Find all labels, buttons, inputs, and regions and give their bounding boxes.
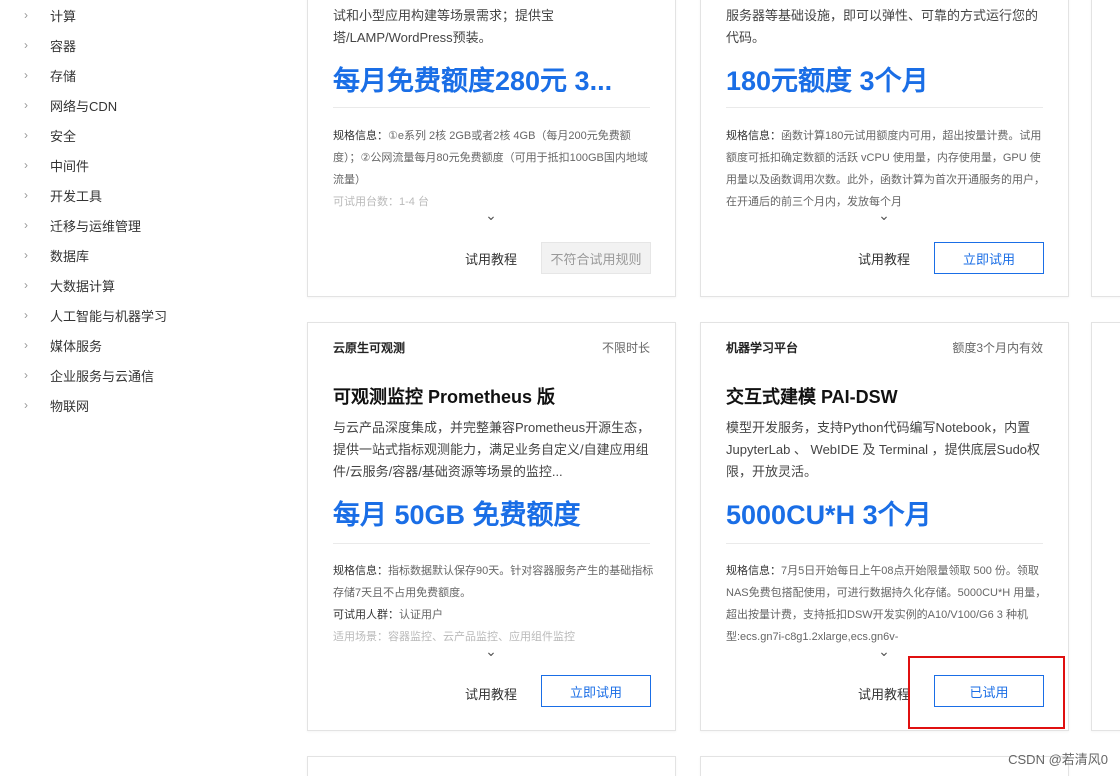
- chevron-right-icon: ›: [24, 38, 28, 52]
- trial-card-ecs: 试和小型应用构建等场景需求；提供宝塔/LAMP/WordPress预装。 每月免…: [307, 0, 676, 297]
- sidebar-item-compute[interactable]: › 计算: [24, 0, 76, 30]
- chevron-right-icon: ›: [24, 218, 28, 232]
- chevron-right-icon: ›: [24, 368, 28, 382]
- chevron-right-icon: ›: [24, 338, 28, 352]
- card-description: 服务器等基础设施，即可以弹性、可靠的方式运行您的代码。: [726, 8, 1039, 45]
- card-category: 云原生可观测: [333, 341, 406, 355]
- try-now-button[interactable]: 立即试用: [934, 242, 1044, 274]
- sidebar-item-label: 数据库: [50, 248, 90, 264]
- card-price: 180元额度 3个月: [726, 66, 929, 96]
- sidebar-item-label: 中间件: [50, 158, 90, 174]
- specs-label: 规格信息：: [726, 565, 781, 577]
- trial-card-prometheus: 云原生可观测 不限时长 可观测监控 Prometheus 版 与云产品深度集成，…: [307, 322, 676, 731]
- sidebar-item-label: 物联网: [50, 398, 90, 414]
- sidebar-item-network[interactable]: › 网络与CDN: [24, 90, 117, 120]
- sidebar-item-container[interactable]: › 容器: [24, 30, 76, 60]
- card-divider: [333, 107, 650, 108]
- chevron-right-icon: ›: [24, 68, 28, 82]
- category-sidebar: › 计算 › 容器 › 存储 › 网络与CDN › 安全 › 中间件 › 开发工具 › 迁移与运…: [0, 0, 260, 776]
- expand-chevron-down-icon[interactable]: ⌄: [874, 643, 894, 659]
- card-divider: [726, 107, 1043, 108]
- users-text: 认证用户: [399, 609, 443, 621]
- chevron-right-icon: ›: [24, 308, 28, 322]
- card-price: 每月免费额度280元 3...: [333, 66, 613, 96]
- sidebar-item-bigdata[interactable]: › 大数据计算: [24, 270, 115, 300]
- chevron-right-icon: ›: [24, 248, 28, 262]
- sidebar-item-label: 存储: [50, 68, 77, 84]
- tutorial-link[interactable]: 试用教程: [858, 684, 910, 703]
- sidebar-item-label: 人工智能与机器学习: [50, 308, 168, 324]
- scene-text: 容器监控、云产品监控、应用组件监控: [388, 631, 575, 643]
- sidebar-item-label: 大数据计算: [50, 278, 116, 294]
- annotation-highlight-box: [908, 656, 1065, 729]
- sidebar-item-middleware[interactable]: › 中间件: [24, 150, 89, 180]
- sidebar-item-label: 媒体服务: [50, 338, 103, 354]
- sidebar-item-devtools[interactable]: › 开发工具: [24, 180, 102, 210]
- trial-card-next-left: [307, 756, 676, 776]
- extra-text: 1-4 台: [399, 196, 429, 208]
- sidebar-item-label: 开发工具: [50, 188, 103, 204]
- sidebar-item-database[interactable]: › 数据库: [24, 240, 89, 270]
- sidebar-item-label: 企业服务与云通信: [50, 368, 155, 384]
- expand-chevron-down-icon[interactable]: ⌄: [481, 643, 501, 659]
- chevron-right-icon: ›: [24, 398, 28, 412]
- sidebar-item-iot[interactable]: › 物联网: [24, 390, 89, 420]
- specs-label: 规格信息：: [333, 565, 388, 577]
- card-specs: 规格信息：①e系列 2核 2GB或者2核 4GB（每月200元免费额度）；②公网…: [333, 125, 655, 213]
- card-price: 5000CU*H 3个月: [726, 500, 932, 530]
- card-divider: [726, 543, 1043, 544]
- csdn-watermark: CSDN @若清风0: [1008, 752, 1108, 767]
- sidebar-item-label: 安全: [50, 128, 77, 144]
- sidebar-item-security[interactable]: › 安全: [24, 120, 76, 150]
- chevron-right-icon: ›: [24, 158, 28, 172]
- sidebar-item-ai-ml[interactable]: › 人工智能与机器学习: [24, 300, 167, 330]
- card-header: 云原生可观测 不限时长: [333, 339, 650, 357]
- chevron-right-icon: ›: [24, 8, 28, 22]
- chevron-right-icon: ›: [24, 128, 28, 142]
- sidebar-item-storage[interactable]: › 存储: [24, 60, 76, 90]
- chevron-right-icon: ›: [24, 278, 28, 292]
- sidebar-item-enterprise[interactable]: › 企业服务与云通信: [24, 360, 154, 390]
- tutorial-link[interactable]: 试用教程: [858, 249, 910, 268]
- card-duration: 额度3个月内有效: [952, 341, 1043, 355]
- trial-card-function-compute: 服务器等基础设施，即可以弹性、可靠的方式运行您的代码。 180元额度 3个月 规…: [700, 0, 1069, 297]
- tutorial-link[interactable]: 试用教程: [465, 249, 517, 268]
- chevron-right-icon: ›: [24, 98, 28, 112]
- sidebar-item-migration-ops[interactable]: › 迁移与运维管理: [24, 210, 141, 240]
- card-specs: 规格信息：指标数据默认保存90天。针对容器服务产生的基础指标存储7天且不占用免费…: [333, 560, 655, 648]
- specs-label: 规格信息：: [333, 130, 388, 142]
- card-specs: 规格信息：7月5日开始每日上午08点开始限量领取 500 份。领取NAS免费包搭…: [726, 560, 1048, 648]
- expand-chevron-down-icon[interactable]: ⌄: [874, 207, 894, 223]
- sidebar-item-media[interactable]: › 媒体服务: [24, 330, 102, 360]
- card-title: 可观测监控 Prometheus 版: [333, 387, 556, 407]
- sidebar-item-label: 容器: [50, 38, 77, 54]
- specs-label: 规格信息：: [726, 130, 781, 142]
- try-now-button[interactable]: 立即试用: [541, 675, 651, 707]
- card-description: 试和小型应用构建等场景需求；提供宝塔/LAMP/WordPress预装。: [333, 8, 555, 45]
- card-price: 每月 50GB 免费额度: [333, 500, 581, 530]
- card-description: 模型开发服务，支持Python代码编写Notebook，内置 JupyterLa…: [726, 420, 1041, 479]
- trial-card-right-clipped: [1091, 322, 1120, 731]
- expand-chevron-down-icon[interactable]: ⌄: [481, 207, 501, 223]
- users-label: 可试用人群：: [333, 609, 399, 621]
- tutorial-link[interactable]: 试用教程: [465, 684, 517, 703]
- not-eligible-button[interactable]: 不符合试用规则: [541, 242, 651, 274]
- card-specs: 规格信息：函数计算180元试用额度内可用，超出按量计费。试用额度可抵扣确定数额的…: [726, 125, 1048, 213]
- card-title: 交互式建模 PAI-DSW: [726, 387, 898, 407]
- trial-card-right-clipped: [1091, 0, 1120, 297]
- card-duration: 不限时长: [601, 341, 650, 355]
- card-category: 机器学习平台: [726, 341, 799, 355]
- scene-label: 适用场景：: [333, 631, 388, 643]
- sidebar-item-label: 网络与CDN: [50, 98, 118, 114]
- card-description: 与云产品深度集成，并完整兼容Prometheus开源生态，提供一站式指标观测能力…: [333, 420, 651, 479]
- card-divider: [333, 543, 650, 544]
- card-header: 机器学习平台 额度3个月内有效: [726, 339, 1043, 357]
- sidebar-item-label: 计算: [50, 8, 77, 24]
- extra-label: 可试用台数：: [333, 196, 399, 208]
- chevron-right-icon: ›: [24, 188, 28, 202]
- sidebar-item-label: 迁移与运维管理: [50, 218, 142, 234]
